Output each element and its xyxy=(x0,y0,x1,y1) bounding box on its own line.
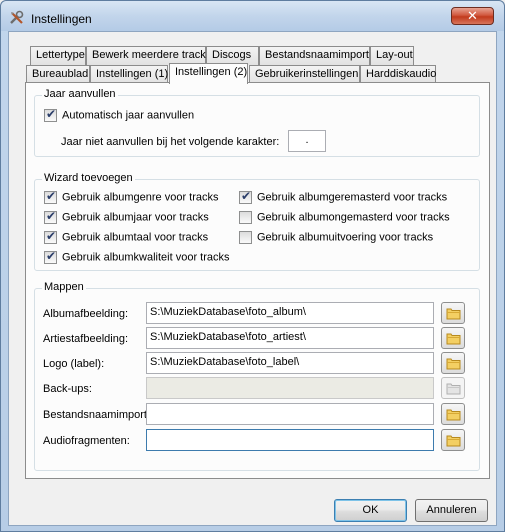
albumongemasterd-checkbox[interactable] xyxy=(239,211,252,224)
group-wizard-toevoegen: Wizard toevoegen Gebruik albumgenre voor… xyxy=(34,172,480,271)
folder-icon xyxy=(446,435,461,447)
jaar-char-input[interactable]: . xyxy=(288,130,326,152)
albumgeremasterd-checkbox[interactable] xyxy=(239,189,252,204)
bestandsnaamimport-label: Bestandsnaamimport: xyxy=(43,409,150,421)
tab-lay-out[interactable]: Lay-out xyxy=(370,46,414,65)
close-button[interactable]: ✕ xyxy=(451,7,494,25)
tab-panel: Jaar aanvullen Automatisch jaar aanvulle… xyxy=(25,82,490,479)
folder-icon xyxy=(446,358,461,370)
bestandsnaamimport-browse-button[interactable] xyxy=(441,403,465,425)
artiestafbeelding-input[interactable]: S:\MuziekDatabase\foto_artiest\ xyxy=(146,327,434,349)
folder-icon xyxy=(446,383,461,395)
albumjaar-label: Gebruik albumjaar voor tracks xyxy=(62,211,209,224)
folder-icon xyxy=(446,308,461,320)
audiofragmenten-input[interactable] xyxy=(146,429,434,451)
albumafbeelding-browse-button[interactable] xyxy=(441,302,465,324)
tab-bestandsnaamimport[interactable]: Bestandsnaamimport xyxy=(259,46,370,65)
folder-icon xyxy=(446,333,461,345)
albumgenre-label: Gebruik albumgenre voor tracks xyxy=(62,191,219,204)
tab-lettertype[interactable]: Lettertype xyxy=(30,46,86,65)
wizard-checkbox-row[interactable]: Gebruik albumgeremasterd voor tracks xyxy=(239,189,448,205)
albumgeremasterd-label: Gebruik albumgeremasterd voor tracks xyxy=(257,191,448,204)
close-icon: ✕ xyxy=(467,9,478,24)
wizard-checkbox-row[interactable]: Gebruik albumtaal voor tracks xyxy=(44,229,209,245)
albumuitvoering-label: Gebruik albumuitvoering voor tracks xyxy=(257,231,434,244)
backups-browse-button xyxy=(441,377,465,399)
auto-jaar-checkbox[interactable] xyxy=(44,107,57,122)
cancel-button[interactable]: Annuleren xyxy=(415,499,488,522)
albumtaal-label: Gebruik albumtaal voor tracks xyxy=(62,231,209,244)
logo-label: Logo (label): xyxy=(43,358,105,370)
albumkwaliteit-label: Gebruik albumkwaliteit voor tracks xyxy=(62,251,230,264)
window-title: Instellingen xyxy=(31,12,92,26)
auto-jaar-label: Automatisch jaar aanvullen xyxy=(62,109,195,122)
albumgenre-checkbox[interactable] xyxy=(44,189,57,204)
auto-jaar-checkbox-row[interactable]: Automatisch jaar aanvullen xyxy=(44,107,195,123)
wizard-checkbox-row[interactable]: Gebruik albumongemasterd voor tracks xyxy=(239,211,450,225)
group-jaar-label: Jaar aanvullen xyxy=(42,88,118,100)
bestandsnaamimport-input[interactable] xyxy=(146,403,434,425)
group-wizard-label: Wizard toevoegen xyxy=(42,172,135,184)
group-mappen-label: Mappen xyxy=(42,281,86,293)
backups-label: Back-ups: xyxy=(43,383,92,395)
tools-icon xyxy=(10,10,24,24)
albumafbeelding-input[interactable]: S:\MuziekDatabase\foto_album\ xyxy=(146,302,434,324)
albumafbeelding-label: Albumafbeelding: xyxy=(43,308,129,320)
jaar-char-label: Jaar niet aanvullen bij het volgende kar… xyxy=(61,136,280,148)
albumkwaliteit-checkbox[interactable] xyxy=(44,249,57,264)
albumongemasterd-label: Gebruik albumongemasterd voor tracks xyxy=(257,211,450,224)
backups-input xyxy=(146,377,434,399)
group-jaar-aanvullen: Jaar aanvullen Automatisch jaar aanvulle… xyxy=(34,88,480,157)
artiestafbeelding-browse-button[interactable] xyxy=(441,327,465,349)
group-mappen: Mappen Albumafbeelding: S:\MuziekDatabas… xyxy=(34,281,480,471)
wizard-checkbox-row[interactable]: Gebruik albumkwaliteit voor tracks xyxy=(44,249,230,265)
audiofragmenten-browse-button[interactable] xyxy=(441,429,465,451)
wizard-checkbox-row[interactable]: Gebruik albumgenre voor tracks xyxy=(44,189,219,205)
wizard-checkbox-row[interactable]: Gebruik albumjaar voor tracks xyxy=(44,209,209,225)
ok-button[interactable]: OK xyxy=(334,499,407,522)
title-bar[interactable]: Instellingen ✕ xyxy=(1,1,504,31)
tab-instellingen-2[interactable]: Instellingen (2) xyxy=(169,63,248,84)
logo-browse-button[interactable] xyxy=(441,352,465,374)
wizard-checkbox-row[interactable]: Gebruik albumuitvoering voor tracks xyxy=(239,231,433,245)
logo-input[interactable]: S:\MuziekDatabase\foto_label\ xyxy=(146,352,434,374)
settings-window: Instellingen ✕ Lettertype Bewerk meerder… xyxy=(0,0,505,532)
folder-icon xyxy=(446,409,461,421)
audiofragmenten-label: Audiofragmenten: xyxy=(43,435,130,447)
albumtaal-checkbox[interactable] xyxy=(44,229,57,244)
artiestafbeelding-label: Artiestafbeelding: xyxy=(43,333,128,345)
albumjaar-checkbox[interactable] xyxy=(44,209,57,224)
albumuitvoering-checkbox[interactable] xyxy=(239,231,252,244)
